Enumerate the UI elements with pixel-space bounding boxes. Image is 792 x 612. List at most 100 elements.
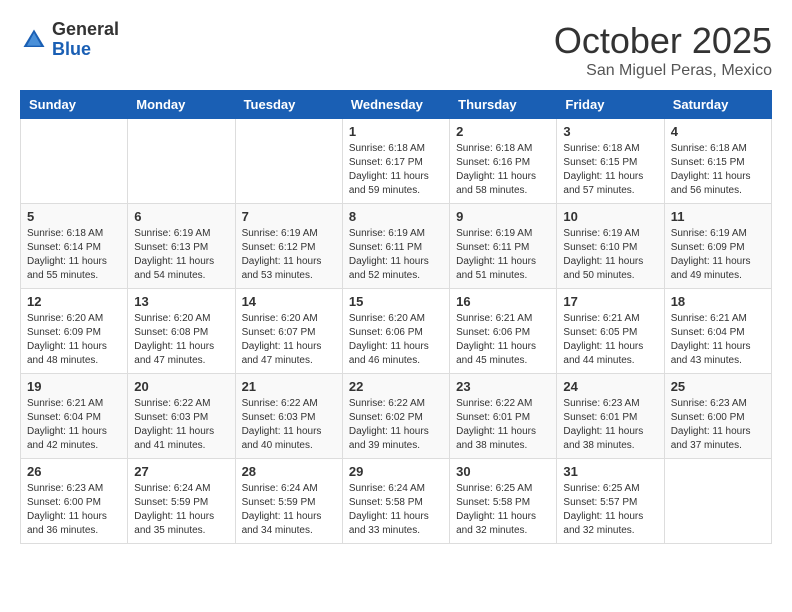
day-number: 15 <box>349 294 443 309</box>
calendar-cell: 4 Sunrise: 6:18 AMSunset: 6:15 PMDaylight… <box>664 119 771 204</box>
calendar-cell: 14 Sunrise: 6:20 AMSunset: 6:07 PMDayligh… <box>235 289 342 374</box>
day-number: 14 <box>242 294 336 309</box>
calendar-cell: 6 Sunrise: 6:19 AMSunset: 6:13 PMDaylight… <box>128 204 235 289</box>
day-info: Sunrise: 6:20 AMSunset: 6:08 PMDaylight:… <box>134 312 228 368</box>
day-number: 8 <box>349 209 443 224</box>
calendar-cell: 26 Sunrise: 6:23 AMSunset: 6:00 PMDayligh… <box>21 459 128 544</box>
weekday-header: Monday <box>128 91 235 119</box>
calendar-cell: 25Sunrise: 6:23 AMSunset: 6:00 PMDayligh… <box>664 374 771 459</box>
day-info: Sunrise: 6:20 AMSunset: 6:06 PMDaylight:… <box>349 312 443 368</box>
calendar-cell: 8 Sunrise: 6:19 AMSunset: 6:11 PMDaylight… <box>342 204 449 289</box>
day-number: 5 <box>27 209 121 224</box>
calendar-cell: 12 Sunrise: 6:20 AMSunset: 6:09 PMDayligh… <box>21 289 128 374</box>
logo-general: General <box>52 19 119 39</box>
weekday-header: Thursday <box>450 91 557 119</box>
day-number: 6 <box>134 209 228 224</box>
day-info: Sunrise: 6:19 AMSunset: 6:12 PMDaylight:… <box>242 227 336 283</box>
day-info: Sunrise: 6:22 AMSunset: 6:02 PMDaylight:… <box>349 397 443 453</box>
day-info: Sunrise: 6:19 AMSunset: 6:10 PMDaylight:… <box>563 227 657 283</box>
day-number: 4 <box>671 124 765 139</box>
calendar-week-row: 12 Sunrise: 6:20 AMSunset: 6:09 PMDayligh… <box>21 289 772 374</box>
calendar-cell: 20 Sunrise: 6:22 AMSunset: 6:03 PMDayligh… <box>128 374 235 459</box>
calendar-table: SundayMondayTuesdayWednesdayThursdayFrid… <box>20 90 772 544</box>
day-number: 26 <box>27 464 121 479</box>
calendar-week-row: 5 Sunrise: 6:18 AMSunset: 6:14 PMDaylight… <box>21 204 772 289</box>
calendar-cell: 28 Sunrise: 6:24 AMSunset: 5:59 PMDayligh… <box>235 459 342 544</box>
day-number: 28 <box>242 464 336 479</box>
day-number: 2 <box>456 124 550 139</box>
day-info: Sunrise: 6:23 AMSunset: 6:00 PMDaylight:… <box>671 397 765 453</box>
day-info: Sunrise: 6:20 AMSunset: 6:09 PMDaylight:… <box>27 312 121 368</box>
calendar-cell: 17 Sunrise: 6:21 AMSunset: 6:05 PMDayligh… <box>557 289 664 374</box>
day-info: Sunrise: 6:19 AMSunset: 6:09 PMDaylight:… <box>671 227 765 283</box>
day-number: 18 <box>671 294 765 309</box>
calendar-cell: 1Sunrise: 6:18 AMSunset: 6:17 PMDaylight… <box>342 119 449 204</box>
calendar-cell <box>21 119 128 204</box>
calendar-cell: 29Sunrise: 6:24 AMSunset: 5:58 PMDayligh… <box>342 459 449 544</box>
day-number: 11 <box>671 209 765 224</box>
calendar-cell: 18 Sunrise: 6:21 AMSunset: 6:04 PMDayligh… <box>664 289 771 374</box>
day-number: 19 <box>27 379 121 394</box>
calendar-cell: 7 Sunrise: 6:19 AMSunset: 6:12 PMDaylight… <box>235 204 342 289</box>
calendar-cell: 15 Sunrise: 6:20 AMSunset: 6:06 PMDayligh… <box>342 289 449 374</box>
title-block: October 2025 San Miguel Peras, Mexico <box>554 20 772 80</box>
calendar-cell: 27 Sunrise: 6:24 AMSunset: 5:59 PMDayligh… <box>128 459 235 544</box>
day-info: Sunrise: 6:18 AMSunset: 6:16 PMDaylight:… <box>456 142 550 198</box>
day-info: Sunrise: 6:18 AMSunset: 6:15 PMDaylight:… <box>671 142 765 198</box>
month-title: October 2025 <box>554 20 772 62</box>
calendar-cell: 19Sunrise: 6:21 AMSunset: 6:04 PMDayligh… <box>21 374 128 459</box>
weekday-header: Sunday <box>21 91 128 119</box>
day-info: Sunrise: 6:19 AMSunset: 6:11 PMDaylight:… <box>349 227 443 283</box>
day-number: 9 <box>456 209 550 224</box>
day-info: Sunrise: 6:22 AMSunset: 6:03 PMDaylight:… <box>242 397 336 453</box>
day-number: 20 <box>134 379 228 394</box>
day-number: 7 <box>242 209 336 224</box>
day-info: Sunrise: 6:21 AMSunset: 6:06 PMDaylight:… <box>456 312 550 368</box>
calendar-cell <box>664 459 771 544</box>
day-number: 17 <box>563 294 657 309</box>
day-number: 3 <box>563 124 657 139</box>
day-info: Sunrise: 6:24 AMSunset: 5:59 PMDaylight:… <box>242 482 336 538</box>
calendar-cell: 5 Sunrise: 6:18 AMSunset: 6:14 PMDaylight… <box>21 204 128 289</box>
day-number: 31 <box>563 464 657 479</box>
calendar-cell: 23 Sunrise: 6:22 AMSunset: 6:01 PMDayligh… <box>450 374 557 459</box>
logo-icon <box>20 26 48 54</box>
calendar-cell: 24 Sunrise: 6:23 AMSunset: 6:01 PMDayligh… <box>557 374 664 459</box>
day-info: Sunrise: 6:23 AMSunset: 6:00 PMDaylight:… <box>27 482 121 538</box>
day-number: 23 <box>456 379 550 394</box>
day-number: 22 <box>349 379 443 394</box>
calendar-week-row: 19Sunrise: 6:21 AMSunset: 6:04 PMDayligh… <box>21 374 772 459</box>
logo-text: General Blue <box>52 20 119 60</box>
day-number: 1 <box>349 124 443 139</box>
day-info: Sunrise: 6:19 AMSunset: 6:11 PMDaylight:… <box>456 227 550 283</box>
day-number: 27 <box>134 464 228 479</box>
calendar-cell: 11 Sunrise: 6:19 AMSunset: 6:09 PMDayligh… <box>664 204 771 289</box>
day-number: 24 <box>563 379 657 394</box>
calendar-cell: 31Sunrise: 6:25 AMSunset: 5:57 PMDayligh… <box>557 459 664 544</box>
day-info: Sunrise: 6:18 AMSunset: 6:15 PMDaylight:… <box>563 142 657 198</box>
day-number: 12 <box>27 294 121 309</box>
day-info: Sunrise: 6:22 AMSunset: 6:03 PMDaylight:… <box>134 397 228 453</box>
weekday-header: Tuesday <box>235 91 342 119</box>
calendar-cell: 10Sunrise: 6:19 AMSunset: 6:10 PMDayligh… <box>557 204 664 289</box>
calendar-cell: 13Sunrise: 6:20 AMSunset: 6:08 PMDayligh… <box>128 289 235 374</box>
day-info: Sunrise: 6:18 AMSunset: 6:14 PMDaylight:… <box>27 227 121 283</box>
calendar-cell: 22 Sunrise: 6:22 AMSunset: 6:02 PMDayligh… <box>342 374 449 459</box>
day-info: Sunrise: 6:24 AMSunset: 5:59 PMDaylight:… <box>134 482 228 538</box>
calendar-week-row: 26 Sunrise: 6:23 AMSunset: 6:00 PMDayligh… <box>21 459 772 544</box>
day-info: Sunrise: 6:22 AMSunset: 6:01 PMDaylight:… <box>456 397 550 453</box>
day-info: Sunrise: 6:21 AMSunset: 6:04 PMDaylight:… <box>671 312 765 368</box>
day-info: Sunrise: 6:23 AMSunset: 6:01 PMDaylight:… <box>563 397 657 453</box>
location: San Miguel Peras, Mexico <box>554 62 772 80</box>
day-number: 16 <box>456 294 550 309</box>
calendar-week-row: 1Sunrise: 6:18 AMSunset: 6:17 PMDaylight… <box>21 119 772 204</box>
day-info: Sunrise: 6:20 AMSunset: 6:07 PMDaylight:… <box>242 312 336 368</box>
day-info: Sunrise: 6:19 AMSunset: 6:13 PMDaylight:… <box>134 227 228 283</box>
day-info: Sunrise: 6:25 AMSunset: 5:58 PMDaylight:… <box>456 482 550 538</box>
calendar-cell: 3 Sunrise: 6:18 AMSunset: 6:15 PMDaylight… <box>557 119 664 204</box>
day-info: Sunrise: 6:21 AMSunset: 6:05 PMDaylight:… <box>563 312 657 368</box>
calendar-cell <box>128 119 235 204</box>
logo: General Blue <box>20 20 119 60</box>
calendar-cell: 21Sunrise: 6:22 AMSunset: 6:03 PMDayligh… <box>235 374 342 459</box>
calendar-cell: 2 Sunrise: 6:18 AMSunset: 6:16 PMDaylight… <box>450 119 557 204</box>
